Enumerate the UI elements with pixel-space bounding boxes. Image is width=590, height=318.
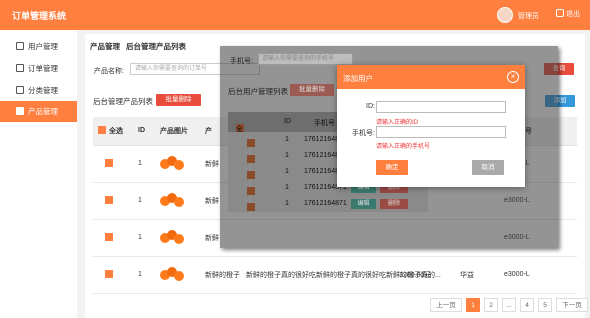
checkbox[interactable] <box>247 155 255 163</box>
list-title: 后台管理产品列表 <box>93 97 153 106</box>
phone-search-label: 手机号: <box>230 58 253 65</box>
user-name[interactable]: 管理员 <box>518 11 539 21</box>
row-id: 1 <box>133 145 155 183</box>
top-bar: 订单管理系统 管理员 退出 <box>0 0 590 30</box>
phone-error: 请输入正确的手机号 <box>376 144 431 150</box>
checkbox[interactable] <box>105 196 113 204</box>
row-id: 1 <box>133 219 155 257</box>
column-header: 产品图片 <box>155 117 200 146</box>
product-price: 1200.00元 <box>399 271 432 279</box>
checkbox[interactable] <box>247 203 255 211</box>
product-origin: 华益 <box>460 271 474 279</box>
user-row: 1 17612164871 编辑 删除 <box>228 196 428 212</box>
cancel-button[interactable]: 取消 <box>472 160 504 175</box>
sidebar-item-users[interactable]: 用户管理 <box>0 36 77 57</box>
sidebar-item-orders[interactable]: 订单管理 <box>0 58 77 79</box>
checkbox[interactable] <box>105 270 113 278</box>
product-name: 新鲜的橙子 <box>205 271 240 279</box>
user-icon <box>16 42 24 50</box>
dialog-header: 添加用户 × <box>337 65 525 89</box>
sidebar-item-products[interactable]: 产品管理 <box>0 101 77 122</box>
page-button[interactable]: 1 <box>466 298 480 312</box>
confirm-button[interactable]: 确定 <box>376 160 408 175</box>
page-button[interactable]: 2 <box>484 298 498 312</box>
id-field[interactable] <box>376 101 506 113</box>
dialog-title: 添加用户 <box>343 74 373 83</box>
phone-label: 手机号: <box>352 130 375 137</box>
row-id: 1 <box>133 256 155 294</box>
order-icon <box>16 64 24 72</box>
product-model: e3000-L <box>499 256 577 294</box>
product-image <box>160 155 186 170</box>
phone-search-input[interactable]: 请输入你需要查询的手机号 <box>258 53 353 65</box>
prev-page-button[interactable]: 上一页 <box>430 298 462 312</box>
column-header: ID <box>133 117 155 146</box>
checkbox[interactable] <box>247 139 255 147</box>
edit-button[interactable]: 编辑 <box>351 199 376 209</box>
checkbox[interactable] <box>105 159 113 167</box>
avatar[interactable] <box>497 7 513 23</box>
breadcrumb-item: 后台管理产品列表 <box>126 42 186 51</box>
category-icon <box>16 86 24 94</box>
product-info: 新鲜的橙子 新鲜的橙子真的很好吃新鲜的橙子真的很好吃新鲜的橙子真的... 120… <box>200 256 499 294</box>
logout-icon <box>556 9 564 17</box>
product-image <box>160 229 186 244</box>
page-button[interactable]: 5 <box>538 298 552 312</box>
table-row: 1 新鲜的橙子 新鲜的橙子真的很好吃新鲜的橙子真的很好吃新鲜的橙子真的... 1… <box>93 256 577 294</box>
checkbox[interactable] <box>105 233 113 241</box>
search-label: 产品名称: <box>94 68 124 75</box>
breadcrumb: 产品管理 后台管理产品列表 <box>90 41 192 52</box>
app-title: 订单管理系统 <box>12 11 67 21</box>
add-user-dialog: 添加用户 × ID: 请输入正确的ID 手机号: 请输入正确的手机号 确定 取消 <box>337 65 525 187</box>
breadcrumb-item[interactable]: 产品管理 <box>90 42 120 51</box>
checkbox[interactable] <box>247 187 255 195</box>
user-list-title: 后台用户管理列表 <box>228 87 288 96</box>
logout-button[interactable]: 退出 <box>556 8 586 22</box>
phone-field[interactable] <box>376 126 506 138</box>
sidebar-item-categories[interactable]: 分类管理 <box>0 80 77 101</box>
product-image <box>160 192 186 207</box>
select-all[interactable]: 全选 <box>93 117 133 146</box>
delete-button[interactable]: 删除 <box>380 199 408 209</box>
user-batch-delete-button[interactable]: 批量删除 <box>290 84 334 96</box>
column-header: 手机号 <box>314 120 335 127</box>
checkbox[interactable] <box>98 125 106 134</box>
row-id: 1 <box>133 182 155 220</box>
next-page-button[interactable]: 下一页 <box>556 298 588 312</box>
page-button[interactable]: 4 <box>520 298 534 312</box>
checkbox[interactable] <box>247 171 255 179</box>
column-header: ID <box>284 118 291 125</box>
product-image <box>160 266 186 281</box>
close-icon[interactable]: × <box>507 71 519 83</box>
id-label: ID: <box>366 103 375 110</box>
batch-delete-button[interactable]: 批量删除 <box>156 94 201 106</box>
sidebar: 用户管理 订单管理 分类管理 产品管理 <box>0 30 77 318</box>
product-icon <box>16 107 24 115</box>
id-error: 请输入正确的ID <box>376 120 419 126</box>
page-ellipsis: ... <box>502 298 516 312</box>
